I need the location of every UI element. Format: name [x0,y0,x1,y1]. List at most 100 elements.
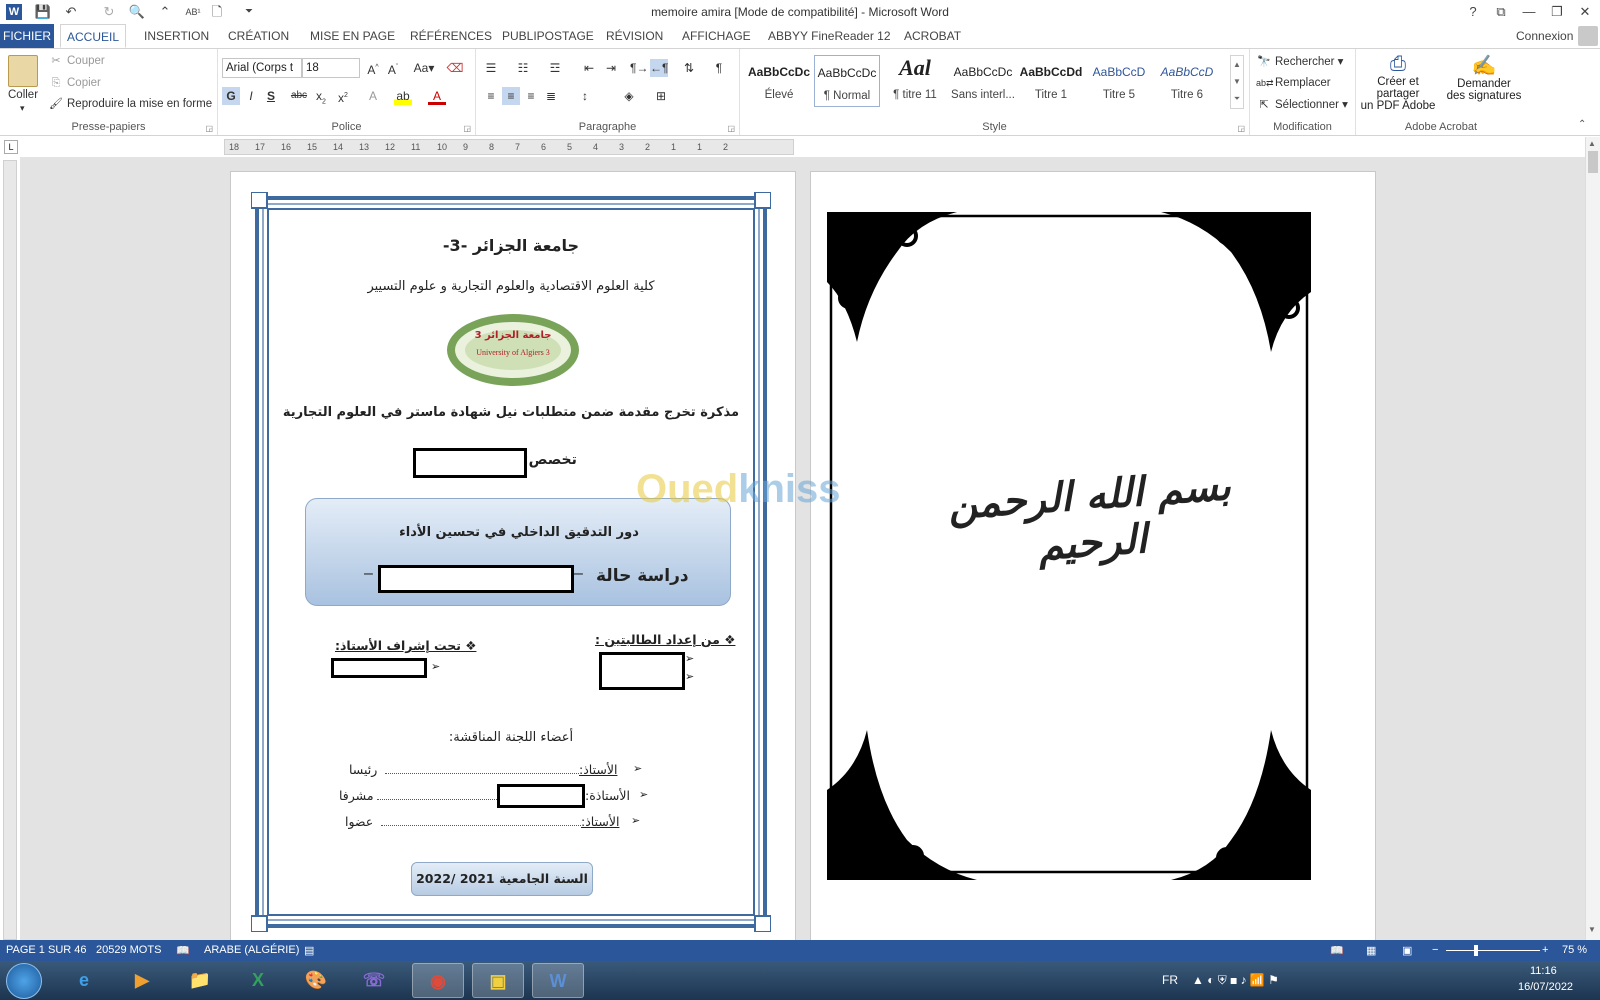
explorer-icon[interactable]: 📁 [174,963,226,998]
style-titre-11[interactable]: Aal ¶ titre 11 [882,55,948,107]
dialog-launcher-icon[interactable]: ◲ [1237,124,1245,133]
multilevel-list-icon[interactable]: ☲ [546,59,564,77]
vertical-ruler[interactable] [3,160,17,940]
paste-dropdown-icon[interactable]: ▾ [20,103,25,114]
line-spacing-icon[interactable]: ↕ [576,87,594,105]
highlight-icon[interactable]: ab [394,87,412,105]
start-button[interactable] [6,963,42,999]
change-case-icon[interactable]: Aa▾ [410,59,438,77]
tab-selector[interactable]: L [4,140,18,154]
tab-references[interactable]: RÉFÉRENCES [404,24,498,48]
page-count[interactable]: PAGE 1 SUR 46 [6,944,87,956]
restore-button[interactable]: ❐ [1544,2,1570,22]
ltr-icon[interactable]: ¶→ [630,59,648,77]
justify-icon[interactable]: ≣ [542,87,560,105]
replace-button[interactable]: ab⇄Remplacer [1256,76,1331,90]
abbyy-icon[interactable]: ▣ [472,963,524,998]
word-count[interactable]: 20529 MOTS [96,944,161,956]
language-status[interactable]: ARABE (ALGÉRIE) [204,944,299,956]
copy-button[interactable]: ⎘ Copier [48,76,101,90]
shading-icon[interactable]: ◈ [620,87,638,105]
horizontal-ruler[interactable]: 18 17 16 15 14 13 12 11 10 9 8 7 6 5 4 3 2 1 1 2 [224,139,794,155]
proofing-icon[interactable]: 📖 [176,944,190,957]
print-layout-icon[interactable]: ▦ [1366,944,1376,957]
font-size-combo[interactable]: 18 [302,58,360,78]
create-pdf-button[interactable]: ⎙ Créer et partager un PDF Adobe [1356,53,1440,112]
macro-icon[interactable]: ▤ [304,944,314,957]
dialog-launcher-icon[interactable]: ◲ [205,124,213,133]
minimize-button[interactable]: — [1516,2,1542,22]
subscript-button[interactable]: x2 [312,87,330,105]
tab-revision[interactable]: RÉVISION [600,24,669,48]
zoom-level[interactable]: 75 % [1562,944,1587,956]
style-titre-1[interactable]: AaBbCcDd Titre 1 [1018,55,1084,107]
find-button[interactable]: 🔭 Rechercher ▾ [1256,54,1343,69]
zoom-thumb[interactable] [1474,945,1478,956]
document-area[interactable]: جامعة الجزائر -3- كلية العلوم الاقتصادية… [20,157,1585,940]
style-titre-6[interactable]: AaBbCcD Titre 6 [1154,55,1220,107]
sort-icon[interactable]: ⇅ [680,59,698,77]
bold-button[interactable]: G [222,87,240,105]
page-1[interactable]: جامعة الجزائر -3- كلية العلوم الاقتصادية… [230,171,796,940]
tab-insertion[interactable]: INSERTION [138,24,215,48]
styles-scroll[interactable]: ▲ ▼ ⏷ [1230,55,1244,109]
cut-button[interactable]: ✂ Couper [48,54,104,68]
tab-mise-en-page[interactable]: MISE EN PAGE [304,24,401,48]
zoom-in-icon[interactable]: + [1542,944,1548,956]
select-button[interactable]: ⇱ Sélectionner ▾ [1256,97,1348,112]
tray-icons[interactable]: ▲ ◐ ⛨ ◼ ♪ 📶 ⚑ [1192,973,1279,988]
style-normal[interactable]: AaBbCcDc ¶ Normal [814,55,880,107]
numbering-icon[interactable]: ☷ [514,59,532,77]
borders-icon[interactable]: ⊞ [652,87,670,105]
ie-icon[interactable]: e [58,963,110,998]
zoom-out-icon[interactable]: − [1432,944,1438,956]
tab-fichier[interactable]: FICHIER [0,24,54,48]
tab-acrobat[interactable]: ACROBAT [898,24,967,48]
page-2[interactable]: بسم الله الرحمن الرحيم [810,171,1376,940]
tab-abbyy[interactable]: ABBYY FineReader 12 [762,24,897,48]
excel-icon[interactable]: X [232,963,284,998]
grow-font-icon[interactable]: A^ [364,59,382,77]
align-center-icon[interactable]: ≡ [502,87,520,105]
scroll-up-icon[interactable]: ▲ [1588,139,1596,148]
vertical-scrollbar[interactable]: ▲ ▼ [1585,137,1600,940]
scroll-thumb[interactable] [1588,151,1598,173]
tab-accueil[interactable]: ACCUEIL [60,24,127,48]
collapse-ribbon-icon[interactable]: ⌃ [1578,119,1586,130]
font-color-icon[interactable]: A [428,87,446,105]
text-effects-icon[interactable]: A [364,87,382,105]
close-button[interactable]: ✕ [1572,2,1598,22]
strikethrough-button[interactable]: abc [288,87,310,105]
paste-button[interactable]: Coller [8,89,38,101]
avatar[interactable] [1578,26,1598,46]
italic-button[interactable]: I [242,87,260,105]
superscript-button[interactable]: x2 [334,87,352,105]
clear-format-icon[interactable]: ⌫ [446,59,464,77]
ribbon-display-icon[interactable]: ⧉ [1488,2,1514,22]
style-eleve[interactable]: AaBbCcDc Élevé [746,55,812,107]
chrome-icon[interactable]: ◉ [412,963,464,998]
read-mode-icon[interactable]: 📖 [1330,944,1344,957]
dialog-launcher-icon[interactable]: ◲ [727,124,735,133]
align-left-icon[interactable]: ≡ [482,87,500,105]
increase-indent-icon[interactable]: ⇥ [602,59,620,77]
bullets-icon[interactable]: ☰ [482,59,500,77]
format-painter-button[interactable]: 🖌 Reproduire la mise en forme [48,97,212,111]
paint-icon[interactable]: 🎨 [290,963,342,998]
account-link[interactable]: Connexion [1510,24,1579,48]
align-right-icon[interactable]: ≡ [522,87,540,105]
paste-icon[interactable] [8,55,38,87]
clock-time[interactable]: 11:16 [1530,965,1557,977]
word-taskbar-icon[interactable]: W [532,963,584,998]
tab-creation[interactable]: CRÉATION [222,24,295,48]
help-icon[interactable]: ? [1460,2,1486,22]
underline-button[interactable]: S [262,87,280,105]
media-player-icon[interactable]: ▶ [116,963,168,998]
scroll-down-icon[interactable]: ▼ [1588,925,1596,934]
tab-affichage[interactable]: AFFICHAGE [676,24,757,48]
viber-icon[interactable]: ☏ [348,963,400,998]
font-name-combo[interactable]: Arial (Corps t [222,58,302,78]
request-signatures-button[interactable]: ✍ Demander des signatures [1442,53,1526,102]
style-sans-interligne[interactable]: AaBbCcDc Sans interl... [950,55,1016,107]
tab-publipostage[interactable]: PUBLIPOSTAGE [496,24,600,48]
